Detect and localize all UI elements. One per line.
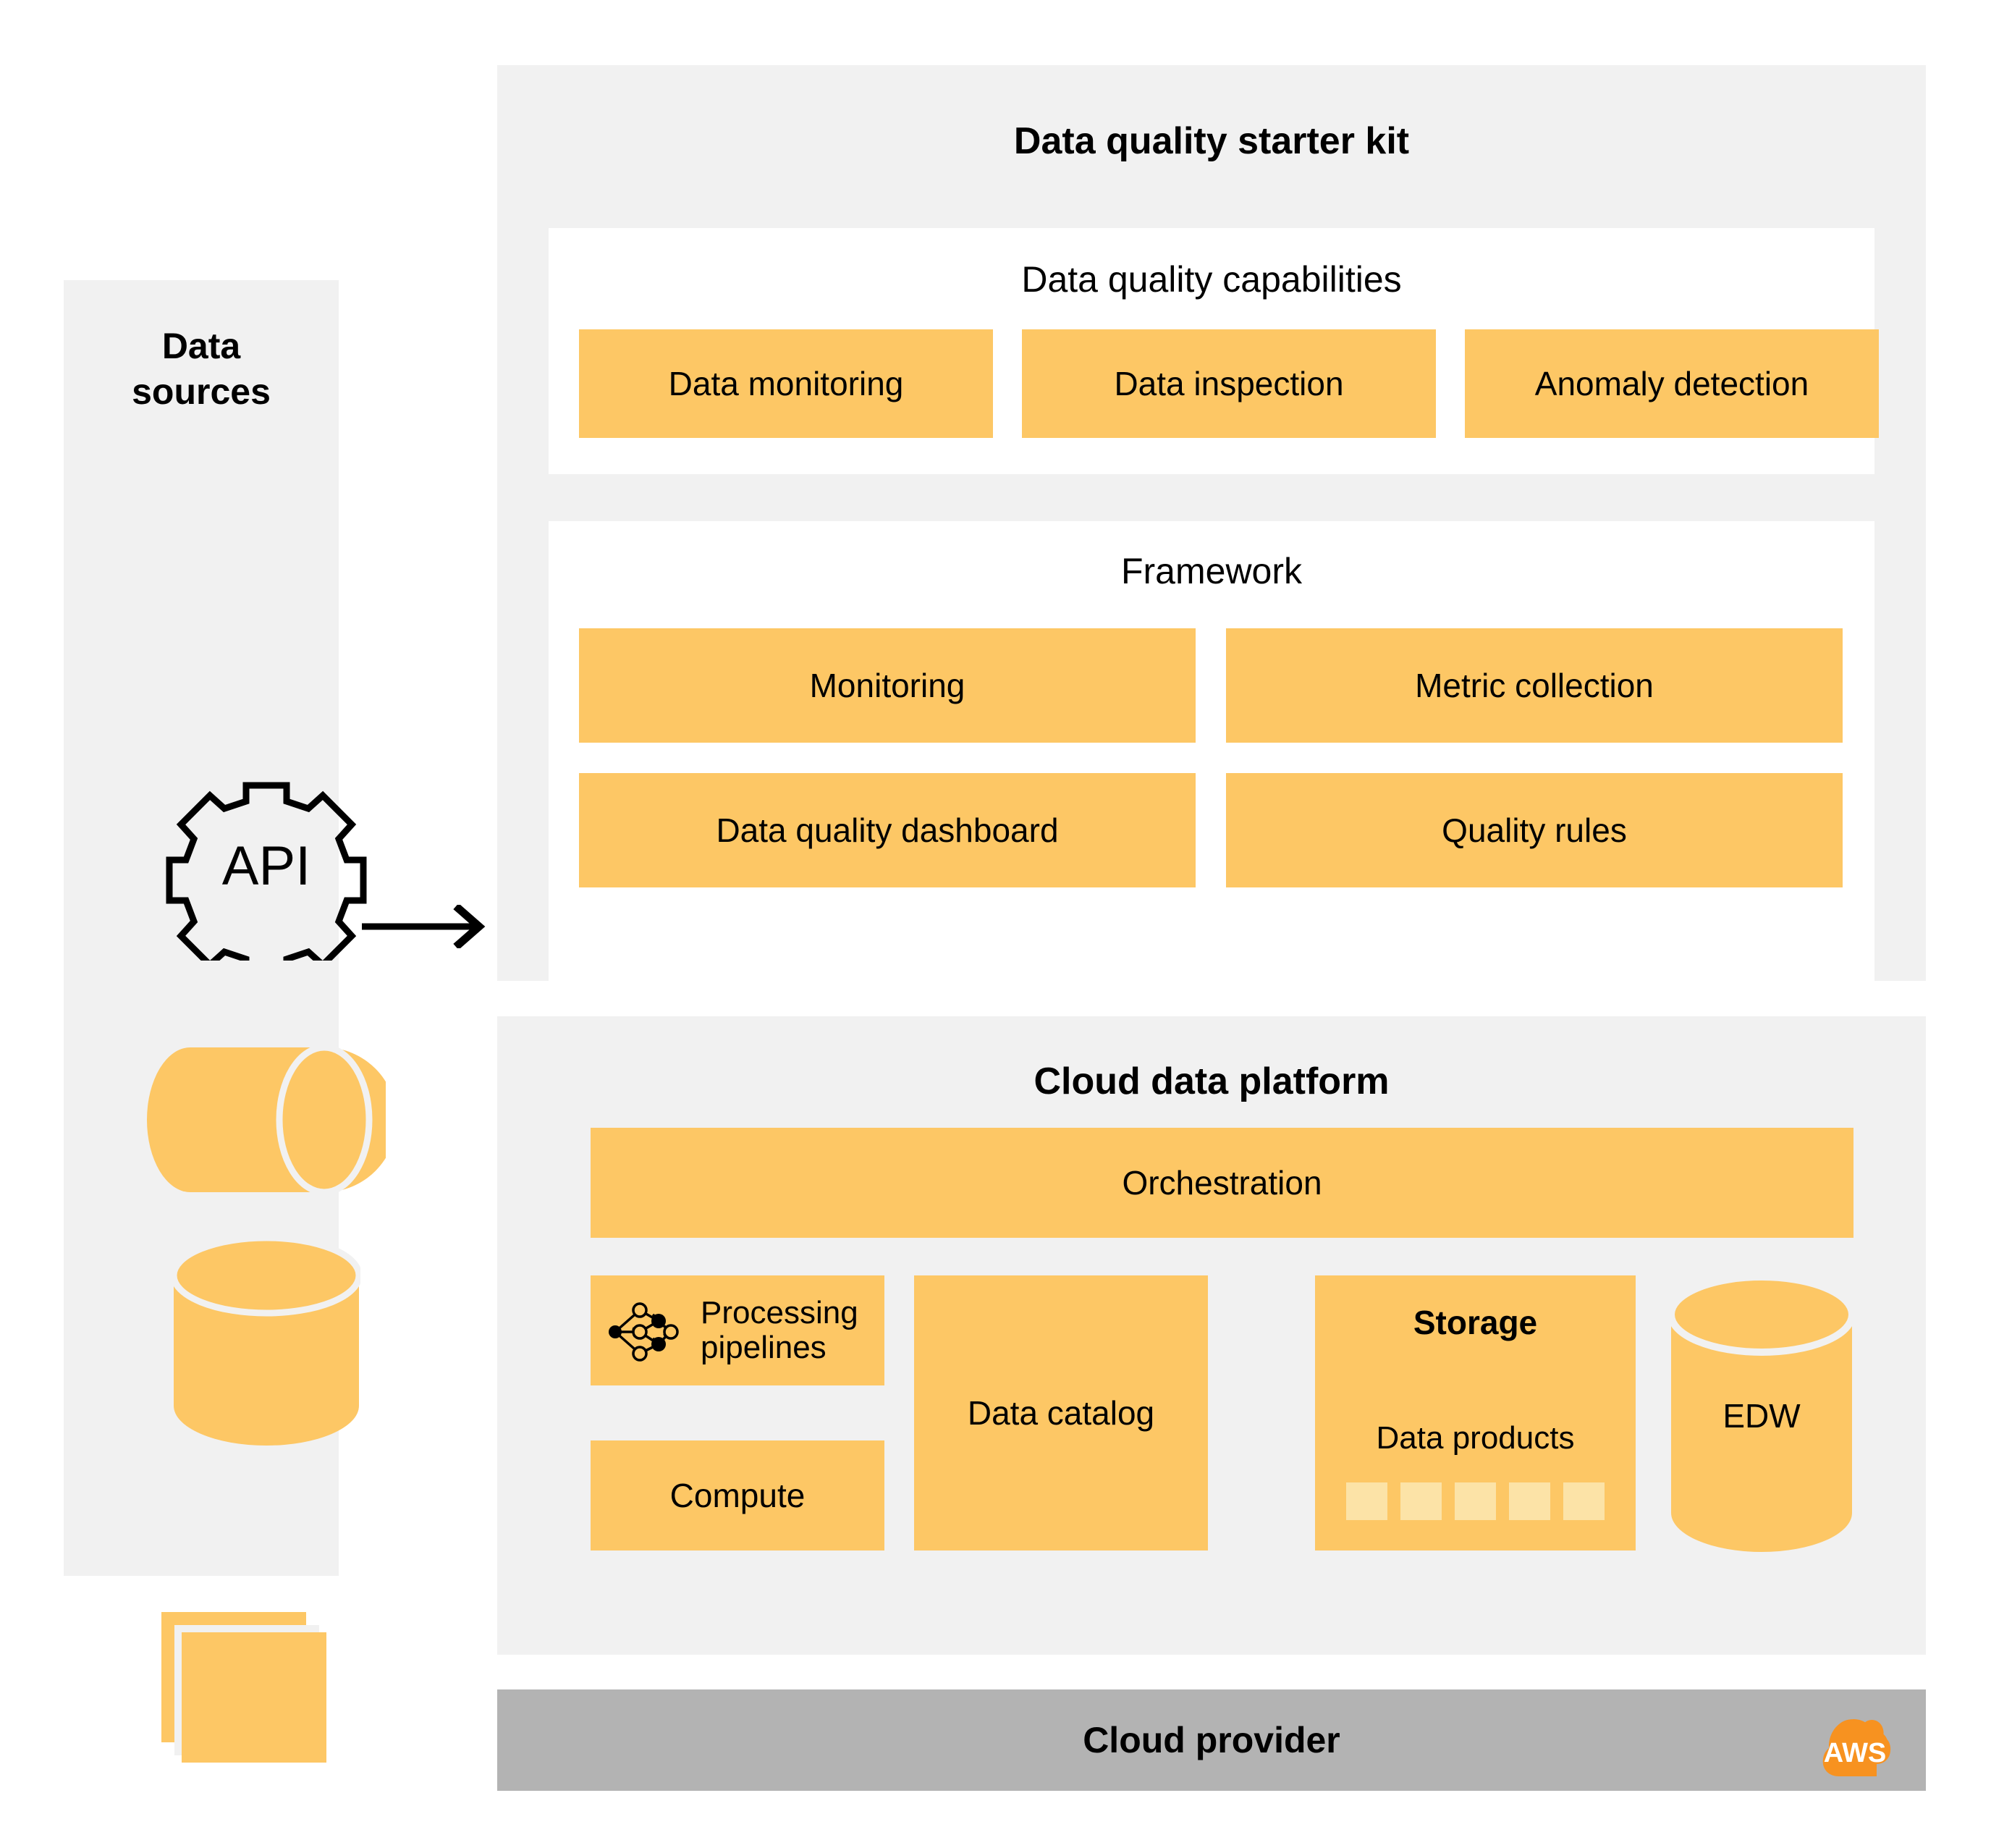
capability-label: Anomaly detection bbox=[1534, 365, 1809, 402]
capability-box-data-monitoring[interactable]: Data monitoring bbox=[579, 329, 993, 438]
cloud-provider-title: Cloud provider bbox=[1083, 1720, 1340, 1760]
api-gear-icon: API bbox=[165, 780, 368, 979]
framework-title: Framework bbox=[1120, 551, 1303, 591]
compute-box[interactable]: Compute bbox=[591, 1440, 884, 1550]
capability-box-anomaly-detection[interactable]: Anomaly detection bbox=[1465, 329, 1879, 438]
data-quality-starter-kit-panel: Data quality starter kit Data quality ca… bbox=[497, 65, 1926, 986]
compute-label: Compute bbox=[669, 1477, 806, 1514]
data-sources-panel: Data sources API bbox=[64, 280, 397, 1763]
framework-label: Data quality dashboard bbox=[716, 811, 1059, 849]
data-product-chip bbox=[1509, 1482, 1550, 1520]
framework-box-monitoring[interactable]: Monitoring bbox=[579, 628, 1196, 743]
framework-label: Quality rules bbox=[1442, 811, 1627, 849]
orchestration-label: Orchestration bbox=[1122, 1164, 1322, 1202]
data-product-chip bbox=[1400, 1482, 1442, 1520]
database-cylinder-horizontal-icon bbox=[147, 1044, 397, 1196]
framework-label: Metric collection bbox=[1415, 667, 1654, 704]
framework-box-data-quality-dashboard[interactable]: Data quality dashboard bbox=[579, 773, 1196, 887]
cloud-provider-bar: Cloud provider AWS bbox=[497, 1689, 1926, 1791]
starter-kit-title: Data quality starter kit bbox=[1013, 120, 1410, 162]
data-products-row bbox=[1315, 1482, 1636, 1520]
data-product-chip bbox=[1563, 1482, 1605, 1520]
flow-arrow-right bbox=[362, 903, 492, 950]
database-cylinder-vertical-icon bbox=[170, 1234, 363, 1446]
orchestration-box[interactable]: Orchestration bbox=[591, 1128, 1853, 1238]
processing-pipelines-box[interactable]: Processing pipelines bbox=[591, 1275, 884, 1385]
data-sources-title: Data sources bbox=[132, 326, 271, 412]
capability-label: Data monitoring bbox=[668, 365, 904, 402]
data-product-chip bbox=[1455, 1482, 1496, 1520]
storage-title: Storage bbox=[1413, 1304, 1538, 1341]
framework-card: Framework Monitoring Metric collection D… bbox=[549, 521, 1874, 986]
api-gear-label: API bbox=[222, 835, 311, 897]
aws-logo-label: AWS bbox=[1824, 1738, 1887, 1768]
aws-cloud-logo: AWS bbox=[1813, 1701, 1894, 1779]
data-catalog-box[interactable]: Data catalog bbox=[914, 1275, 1208, 1550]
cloud-data-platform-title: Cloud data platform bbox=[1033, 1060, 1390, 1102]
data-catalog-label: Data catalog bbox=[967, 1394, 1155, 1432]
edw-label: EDW bbox=[1722, 1397, 1801, 1435]
capabilities-title: Data quality capabilities bbox=[1021, 259, 1402, 300]
edw-cylinder[interactable]: EDW bbox=[1667, 1273, 1856, 1552]
capability-label: Data inspection bbox=[1114, 365, 1344, 402]
data-quality-capabilities-card: Data quality capabilities Data monitorin… bbox=[549, 228, 1879, 474]
data-product-chip bbox=[1346, 1482, 1387, 1520]
processing-pipelines-label: Processing pipelines bbox=[701, 1294, 858, 1365]
data-products-label: Data products bbox=[1376, 1420, 1575, 1456]
framework-box-metric-collection[interactable]: Metric collection bbox=[1226, 628, 1843, 743]
pipeline-network-icon bbox=[606, 1299, 679, 1364]
storage-box[interactable]: Storage Data products bbox=[1315, 1275, 1636, 1550]
files-stack-icon bbox=[161, 1612, 357, 1786]
capability-box-data-inspection[interactable]: Data inspection bbox=[1022, 329, 1436, 438]
framework-label: Monitoring bbox=[809, 667, 965, 704]
framework-box-quality-rules[interactable]: Quality rules bbox=[1226, 773, 1843, 887]
cloud-data-platform-panel: Cloud data platform Orchestration Proces… bbox=[497, 1016, 1926, 1655]
